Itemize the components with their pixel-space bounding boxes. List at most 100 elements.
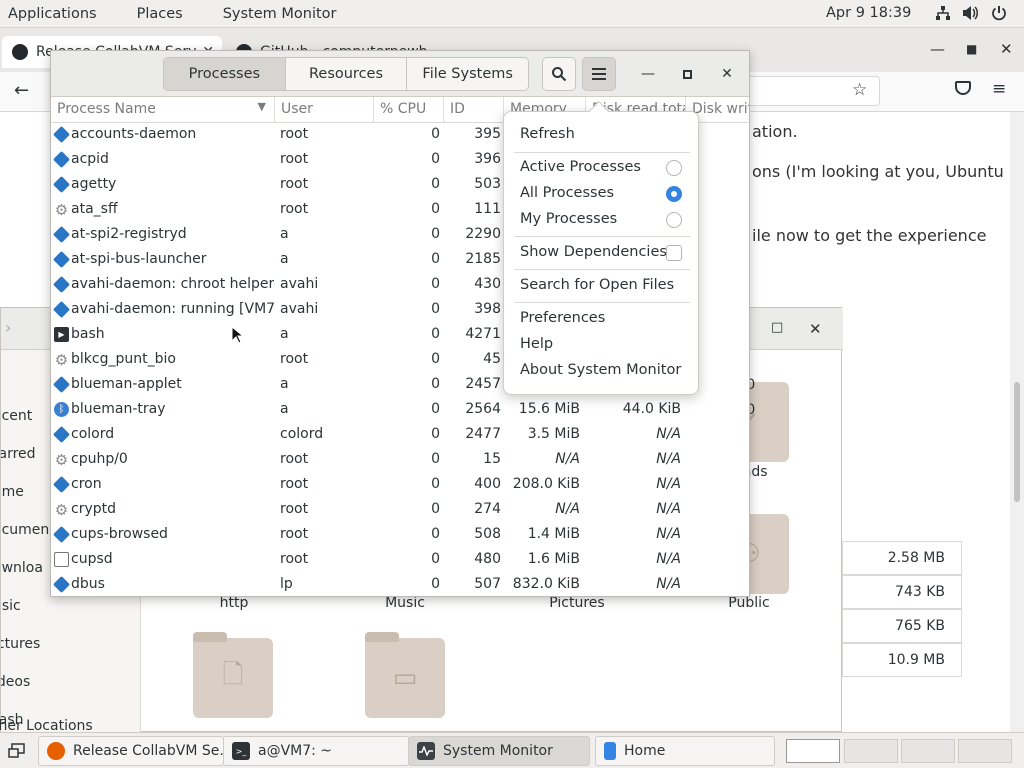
cpu-cell: 0: [431, 251, 440, 267]
taskbar-item-files[interactable]: Home: [595, 736, 775, 766]
id-cell: 396: [474, 151, 501, 167]
process-icon: [53, 151, 70, 168]
volume-icon[interactable]: [962, 4, 980, 22]
close-icon[interactable]: ✕: [1000, 40, 1013, 58]
column-header-cpu[interactable]: % CPU: [374, 97, 444, 123]
taskbar-item-terminal[interactable]: >_ a@VM7: ~: [223, 736, 409, 766]
cpu-cell: 0: [431, 451, 440, 467]
user-cell: avahi: [280, 301, 319, 317]
table-row[interactable]: ⚙ cpuhp/0 root 0 15 N/A N/A: [51, 448, 749, 473]
radio-all-processes[interactable]: [666, 186, 682, 202]
table-row[interactable]: ⚙ cryptd root 0 274 N/A N/A: [51, 498, 749, 523]
disk-read-cell: N/A: [656, 551, 681, 567]
power-icon[interactable]: [990, 4, 1008, 22]
checkbox-show-dependencies[interactable]: [666, 245, 682, 261]
process-name-cell: blueman-tray: [71, 401, 166, 417]
id-cell: 15: [483, 451, 501, 467]
workspace-2[interactable]: [844, 739, 898, 763]
system-monitor-window: Processes Resources File Systems — ✕ Pro…: [50, 50, 750, 597]
id-cell: 508: [474, 526, 501, 542]
process-icon: [53, 176, 70, 193]
menu-item-help[interactable]: Help: [504, 332, 700, 358]
table-row[interactable]: cupsd root 0 480 1.6 MiB N/A: [51, 548, 749, 573]
minimize-button[interactable]: —: [637, 63, 659, 85]
user-cell: root: [280, 201, 309, 217]
menu-item-preferences[interactable]: Preferences: [504, 306, 700, 332]
main-menu-button[interactable]: [582, 57, 616, 91]
workspace-1[interactable]: [786, 739, 840, 763]
size-row: 10.9 MB: [842, 643, 962, 677]
sidebar-item-videos[interactable]: ideos: [1, 666, 141, 700]
folder-templates[interactable]: 🗋: [193, 632, 273, 718]
close-button[interactable]: ✕: [716, 63, 738, 85]
cpu-cell: 0: [431, 201, 440, 217]
places-menu[interactable]: Places: [129, 6, 191, 22]
maximize-icon[interactable]: ■: [966, 42, 977, 56]
hamburger-menu-icon: [592, 68, 606, 80]
folder-label: Public: [728, 595, 770, 611]
menu-item-about[interactable]: About System Monitor: [504, 358, 700, 384]
system-tray[interactable]: [934, 4, 1008, 22]
network-icon[interactable]: [934, 4, 952, 22]
folder-label: Music: [385, 595, 425, 611]
maximize-icon[interactable]: □: [771, 320, 783, 335]
taskbar-item-browser[interactable]: Release CollabVM Se...: [38, 736, 224, 766]
forward-icon[interactable]: ›: [5, 318, 11, 337]
process-icon: [53, 126, 70, 143]
sidebar-item-pictures[interactable]: ictures: [1, 628, 141, 662]
menu-item-show-dependencies[interactable]: Show Dependencies: [504, 240, 700, 266]
menu-item-all-processes[interactable]: All Processes: [504, 181, 700, 207]
process-name-cell: cryptd: [71, 501, 117, 517]
workspace-4[interactable]: [958, 739, 1012, 763]
column-header-id[interactable]: ID: [444, 97, 504, 123]
user-cell: avahi: [280, 276, 319, 292]
tab-file-systems[interactable]: File Systems: [407, 58, 528, 90]
memory-cell: N/A: [555, 501, 580, 517]
menu-item-active-processes[interactable]: Active Processes: [504, 155, 700, 181]
column-header-user[interactable]: User: [275, 97, 374, 123]
table-row[interactable]: dbus lp 0 507 832.0 KiB N/A: [51, 573, 749, 596]
id-cell: 400: [474, 476, 501, 492]
browser-scroll-thumb[interactable]: [1014, 382, 1020, 502]
disk-read-cell: 44.0 KiB: [622, 401, 681, 417]
cpu-cell: 0: [431, 426, 440, 442]
cpu-cell: 0: [431, 551, 440, 567]
process-name-cell: agetty: [71, 176, 117, 192]
bottom-panel: Release CollabVM Se... >_ a@VM7: ~ Syste…: [0, 732, 1024, 768]
cpu-cell: 0: [431, 151, 440, 167]
process-name-cell: bash: [71, 326, 105, 342]
minimize-icon[interactable]: —: [930, 40, 945, 58]
app-menu-system-monitor[interactable]: System Monitor: [215, 6, 345, 22]
radio-active-processes[interactable]: [666, 160, 682, 176]
show-desktop-button[interactable]: [6, 741, 28, 761]
close-icon[interactable]: ✕: [809, 320, 822, 338]
maximize-button[interactable]: [676, 63, 698, 85]
applications-menu[interactable]: Applications: [0, 6, 105, 22]
pocket-icon[interactable]: [955, 81, 971, 95]
tab-processes[interactable]: Processes: [164, 58, 286, 90]
main-menu-popover: Refresh Active Processes All Processes M…: [503, 101, 700, 395]
menu-item-my-processes[interactable]: My Processes: [504, 207, 700, 233]
mouse-pointer-icon: [231, 326, 243, 344]
clock[interactable]: Apr 9 18:39: [826, 5, 911, 21]
bookmark-star-icon[interactable]: ☆: [852, 80, 867, 100]
process-name-cell: avahi-daemon: chroot helper: [71, 276, 274, 292]
column-header-process-name[interactable]: Process Name ▼: [51, 97, 275, 123]
search-button[interactable]: [542, 57, 576, 91]
table-row[interactable]: colord colord 0 2477 3.5 MiB N/A: [51, 423, 749, 448]
process-name-cell: blueman-applet: [71, 376, 182, 392]
table-row[interactable]: cups-browsed root 0 508 1.4 MiB N/A: [51, 523, 749, 548]
tab-resources[interactable]: Resources: [285, 58, 408, 90]
cpu-cell: 0: [431, 176, 440, 192]
folder-videos[interactable]: ▭: [365, 632, 445, 718]
hamburger-menu-icon[interactable]: ≡: [992, 79, 1006, 99]
taskbar-item-system-monitor[interactable]: System Monitor: [408, 736, 590, 766]
menu-item-search-open-files[interactable]: Search for Open Files: [504, 273, 700, 299]
back-icon[interactable]: ←: [14, 80, 29, 101]
table-row[interactable]: cron root 0 400 208.0 KiB N/A: [51, 473, 749, 498]
workspace-3[interactable]: [901, 739, 955, 763]
id-cell: 395: [474, 126, 501, 142]
radio-my-processes[interactable]: [666, 212, 682, 228]
table-row[interactable]: ᛒ blueman-tray a 0 2564 15.6 MiB 44.0 KiB: [51, 398, 749, 423]
menu-item-refresh[interactable]: Refresh: [504, 122, 700, 148]
